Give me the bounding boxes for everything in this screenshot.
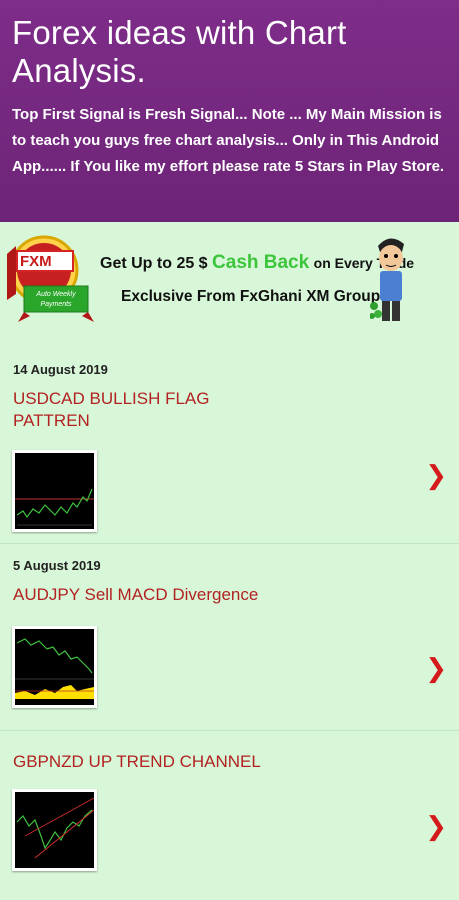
post-title: AUDJPY Sell MACD Divergence <box>13 585 259 604</box>
post-date: 14 August 2019 <box>13 362 108 377</box>
chart-thumbnail-icon <box>15 453 94 529</box>
post-item-audjpy[interactable]: 5 August 2019 AUDJPY Sell MACD Divergenc… <box>0 544 459 731</box>
chart-thumbnail-icon <box>15 792 94 868</box>
cartoon-man-icon <box>370 238 404 321</box>
svg-text:Payments: Payments <box>40 301 72 308</box>
banner-headline: Get Up to 25 $ Cash Back on Every Trade <box>100 252 415 273</box>
svg-text:Auto Weekly: Auto Weekly <box>35 291 76 298</box>
xm-badge-icon: FXM Auto Weekly Payments <box>7 235 94 322</box>
chevron-right-icon[interactable]: ❯ <box>425 460 447 491</box>
chevron-right-icon[interactable]: ❯ <box>425 653 447 684</box>
post-date: 5 August 2019 <box>13 558 101 573</box>
post-thumbnail <box>12 789 97 871</box>
post-thumbnail <box>12 626 97 708</box>
post-item-gbpnzd[interactable]: GBPNZD UP TREND CHANNEL ❯ <box>0 731 459 900</box>
app-header: Forex ideas with Chart Analysis. Top Fir… <box>0 0 459 222</box>
chevron-right-icon[interactable]: ❯ <box>425 811 447 842</box>
post-title: USDCAD BULLISH FLAG PATTREN <box>13 389 210 430</box>
post-title: GBPNZD UP TREND CHANNEL <box>13 752 261 771</box>
banner-subline: Exclusive From FxGhani XM Group <box>121 288 381 305</box>
post-item-usdcad[interactable]: 14 August 2019 USDCAD BULLISH FLAG PATTR… <box>0 334 459 544</box>
cashback-banner[interactable]: FXM Auto Weekly Payments Get Up to 25 $ … <box>0 234 459 334</box>
page-title: Forex ideas with Chart Analysis. <box>12 14 347 89</box>
header-description: Top First Signal is Fresh Signal... Note… <box>12 106 445 175</box>
post-thumbnail <box>12 450 97 532</box>
svg-text:FXM: FXM <box>20 253 52 270</box>
chart-thumbnail-icon <box>15 629 94 705</box>
